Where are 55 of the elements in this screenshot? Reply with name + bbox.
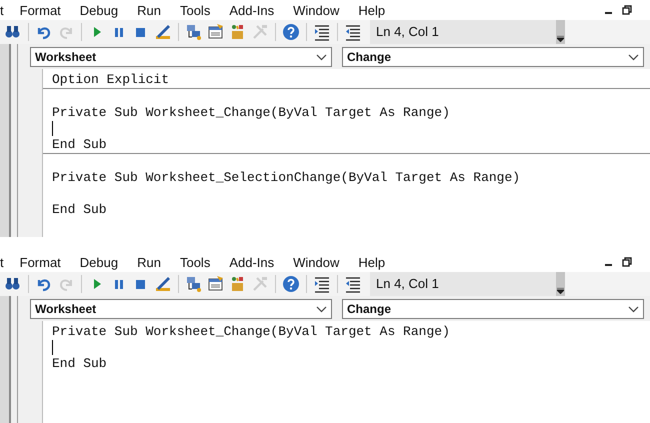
menu-item[interactable]: t <box>0 254 10 270</box>
properties-window-icon[interactable] <box>207 23 225 41</box>
menu-item[interactable]: Help <box>351 2 392 18</box>
menu-item[interactable]: t <box>0 2 10 18</box>
toolbar-overflow-button[interactable] <box>556 272 565 296</box>
code-line: Private Sub Worksheet_Change(ByVal Target As Range) <box>52 324 450 339</box>
outdent-lines-icon[interactable] <box>344 275 362 293</box>
dropdown[interactable]: Change <box>342 47 644 67</box>
outdent-lines-icon[interactable] <box>344 23 362 41</box>
dropdown[interactable]: Worksheet <box>30 299 332 319</box>
indent-lines-icon[interactable] <box>313 23 331 41</box>
menu-item[interactable]: Run <box>130 2 168 18</box>
menu-item[interactable]: Tools <box>172 254 218 270</box>
text-cursor <box>52 340 53 355</box>
code-line: End Sub <box>52 202 107 217</box>
chevron-icon <box>316 306 327 312</box>
menu-item[interactable]: Format <box>12 2 68 18</box>
help-icon[interactable] <box>282 275 300 293</box>
menu-item[interactable]: Run <box>130 254 168 270</box>
code-line: Private Sub Worksheet_SelectionChange(ByVal Target As Range) <box>52 170 520 185</box>
dropdown[interactable]: Worksheet <box>30 47 332 67</box>
ruler-pencil-icon[interactable] <box>154 275 172 293</box>
toolbar-overflow-button[interactable] <box>556 20 565 44</box>
tree-windows-icon[interactable] <box>185 23 203 41</box>
code-line: End Sub <box>52 137 107 152</box>
ruler-pencil-icon[interactable] <box>154 23 172 41</box>
menu-item[interactable]: Debug <box>72 254 126 270</box>
text-cursor <box>52 121 53 136</box>
restore-icon[interactable] <box>622 257 632 267</box>
menu-item[interactable]: Tools <box>172 2 218 18</box>
caret-icon <box>557 36 564 42</box>
caret-icon <box>557 288 564 294</box>
menu-item[interactable]: Format <box>12 254 68 270</box>
chevron-icon <box>628 306 639 312</box>
menu-item[interactable]: Window <box>286 2 346 18</box>
position-field: Ln 4, Col 1 <box>370 20 556 44</box>
position-field: Ln 4, Col 1 <box>370 272 556 296</box>
chevron-icon <box>628 54 639 60</box>
restore-icon[interactable] <box>622 5 632 15</box>
code-line: Option Explicit <box>52 72 170 87</box>
properties-window-icon[interactable] <box>207 275 225 293</box>
chevron-icon <box>316 54 327 60</box>
tree-windows-icon[interactable] <box>185 275 203 293</box>
help-icon[interactable] <box>282 23 300 41</box>
code-editor[interactable]: Private Sub Worksheet_Change(ByVal Target As Range) End Sub <box>43 321 650 423</box>
menu-item[interactable]: Add-Ins <box>222 254 282 270</box>
indent-lines-icon[interactable] <box>313 275 331 293</box>
menu-item[interactable]: Help <box>351 254 392 270</box>
menu-item[interactable]: Add-Ins <box>222 2 282 18</box>
code-line: Private Sub Worksheet_Change(ByVal Target As Range) <box>52 105 450 120</box>
dropdown[interactable]: Change <box>342 299 644 319</box>
menu-item[interactable]: Window <box>286 254 346 270</box>
code-editor[interactable]: Option Explicit Private Sub Worksheet_Change(ByVal Target As Range) End Sub Private Sub Worksheet_SelectionChange(ByVal Target As Range) End Sub <box>43 69 650 237</box>
code-line: End Sub <box>52 356 107 371</box>
menu-item[interactable]: Debug <box>72 2 126 18</box>
